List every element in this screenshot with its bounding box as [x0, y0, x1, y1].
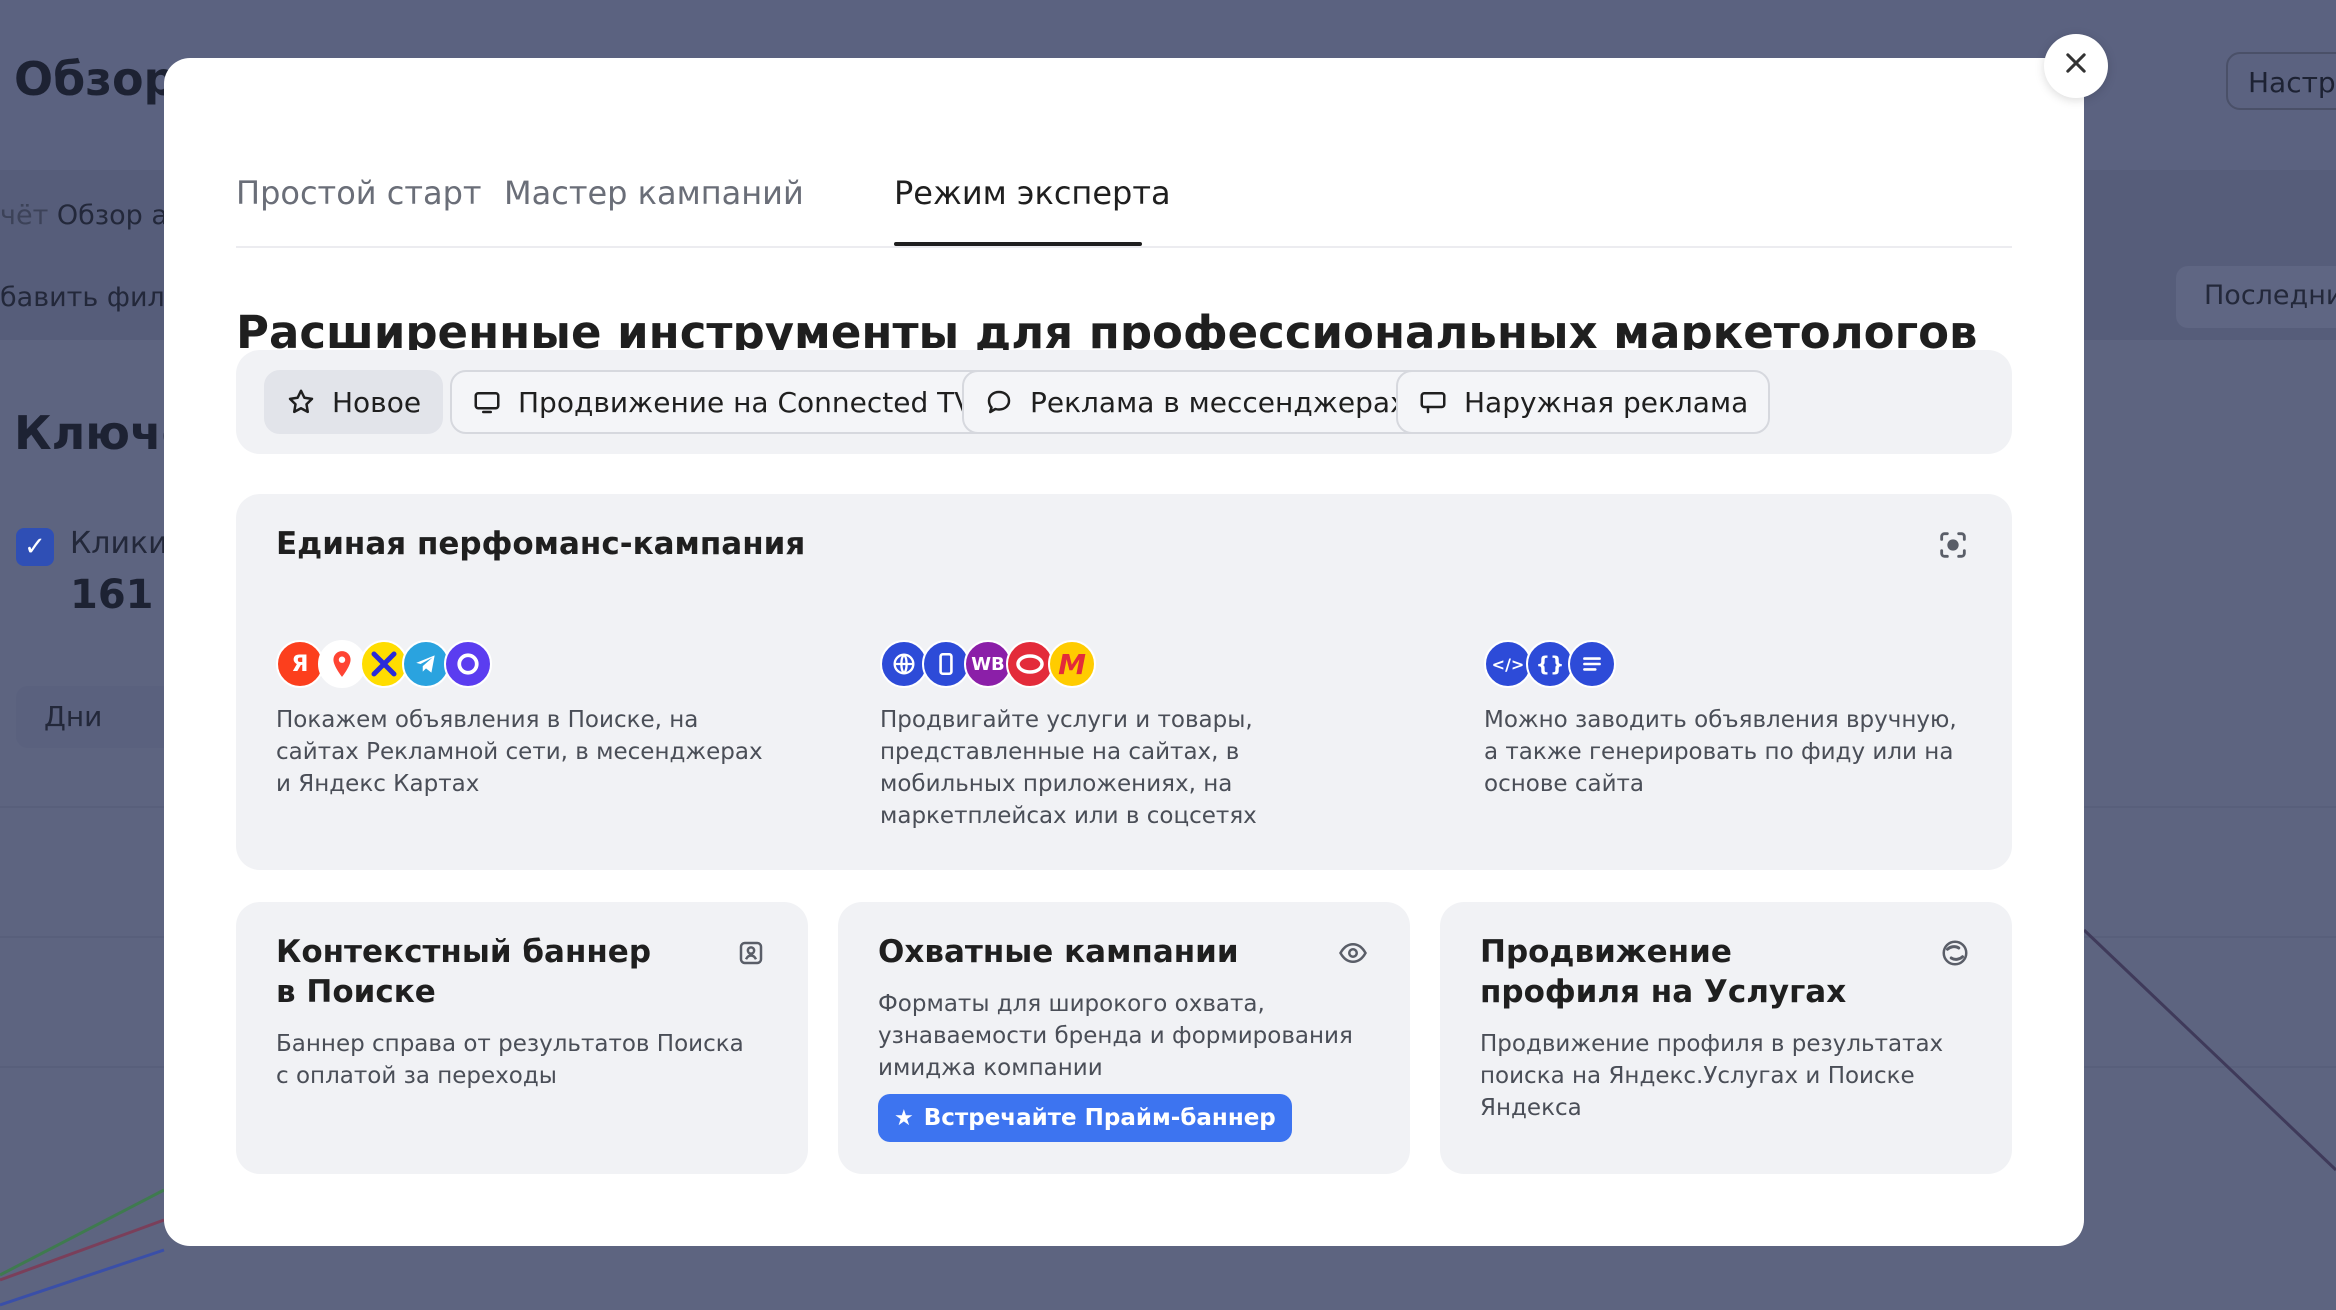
- tab-simple-start[interactable]: Простой старт: [236, 174, 482, 212]
- star-icon: [286, 387, 316, 417]
- card-desc: Форматы для широкого охвата, узнаваемост…: [878, 991, 1353, 1081]
- image-icon: [734, 936, 768, 970]
- target-icon: [1936, 528, 1970, 562]
- card-title: Охватные кампании: [878, 934, 1239, 970]
- platform-logos: Я: [276, 640, 492, 692]
- card-desc: Продвижение профиля в результатах поиска…: [1480, 1031, 1944, 1121]
- max-logo: [444, 640, 492, 688]
- platform-logos: WB M: [880, 640, 1096, 692]
- yandex-logo: Я: [276, 640, 324, 688]
- active-tab-indicator: [894, 242, 1142, 246]
- metric-label: Клики: [70, 526, 168, 561]
- context-banner-card[interactable]: Контекстный баннер в Поиске Баннер справ…: [236, 902, 808, 1174]
- card-title: Продвижение профиля на Услугах: [1480, 934, 1847, 1010]
- card-title: Контекстный баннер в Поиске: [276, 934, 652, 1010]
- mobile-app-logo: [922, 640, 970, 688]
- filter-chips: Новое Продвижение на Connected TV Реклам…: [236, 350, 2012, 454]
- add-filter-link: бавить филь: [0, 282, 181, 313]
- card-column-text: Покажем объявления в Поиске, на сайтах Р…: [276, 707, 763, 797]
- card-column-text: Продвигайте услуги и товары, представлен…: [880, 707, 1257, 829]
- reach-campaigns-card[interactable]: Охватные кампании Форматы для широкого о…: [838, 902, 1410, 1174]
- performance-campaign-card[interactable]: Единая перфоманс-кампания Я Покажем объя…: [236, 494, 2012, 870]
- monitor-icon: [472, 387, 502, 417]
- card-desc: Баннер справа от результатов Поиска с оп…: [276, 1031, 744, 1089]
- site-logo: [1568, 640, 1616, 688]
- tab-campaign-wizard[interactable]: Мастер кампаний: [504, 174, 804, 212]
- star-icon: ★: [894, 1105, 914, 1131]
- wildberries-logo: WB: [964, 640, 1012, 688]
- code-logo: </>: [1484, 640, 1532, 688]
- ozon-logo: [1006, 640, 1054, 688]
- settings-button: Настро: [2226, 52, 2336, 110]
- maps-pin-logo: [318, 640, 366, 688]
- tab-expert-mode[interactable]: Режим эксперта: [894, 174, 1171, 212]
- close-button[interactable]: [2044, 34, 2108, 98]
- market-logo: M: [1048, 640, 1096, 688]
- chip-outdoor[interactable]: Наружная реклама: [1396, 370, 1771, 434]
- chip-new[interactable]: Новое: [264, 370, 444, 434]
- breadcrumb: чёт Обзор а: [0, 200, 168, 231]
- services-icon: [1938, 936, 1972, 970]
- chip-connected-tv[interactable]: Продвижение на Connected TV: [450, 370, 996, 434]
- telegram-logo: [402, 640, 450, 688]
- web-logo: [880, 640, 928, 688]
- card-column-text: Можно заводить объявления вручную, а так…: [1484, 707, 1957, 797]
- feed-logo: {}: [1526, 640, 1574, 688]
- card-title: Единая перфоманс-кампания: [276, 526, 806, 562]
- services-profile-card[interactable]: Продвижение профиля на Услугах Продвижен…: [1440, 902, 2012, 1174]
- period-select: Последние: [2176, 266, 2336, 328]
- close-icon: [2062, 46, 2090, 86]
- tabs: Простой старт Мастер кампаний Режим эксп…: [236, 114, 2012, 248]
- partner-logo: [360, 640, 408, 688]
- billboard-icon: [1418, 387, 1448, 417]
- days-toggle: Дни: [16, 686, 176, 748]
- message-icon: [984, 387, 1014, 417]
- create-campaign-modal: Простой старт Мастер кампаний Режим эксп…: [164, 58, 2084, 1246]
- prime-banner-button[interactable]: ★ Встречайте Прайм-баннер: [878, 1094, 1292, 1142]
- chip-messengers[interactable]: Реклама в мессенджерах: [962, 370, 1429, 434]
- page-title: Обзор: [14, 52, 177, 106]
- platform-logos: </> {}: [1484, 640, 1616, 692]
- checkbox-icon: ✓: [16, 528, 54, 566]
- eye-icon: [1336, 936, 1370, 970]
